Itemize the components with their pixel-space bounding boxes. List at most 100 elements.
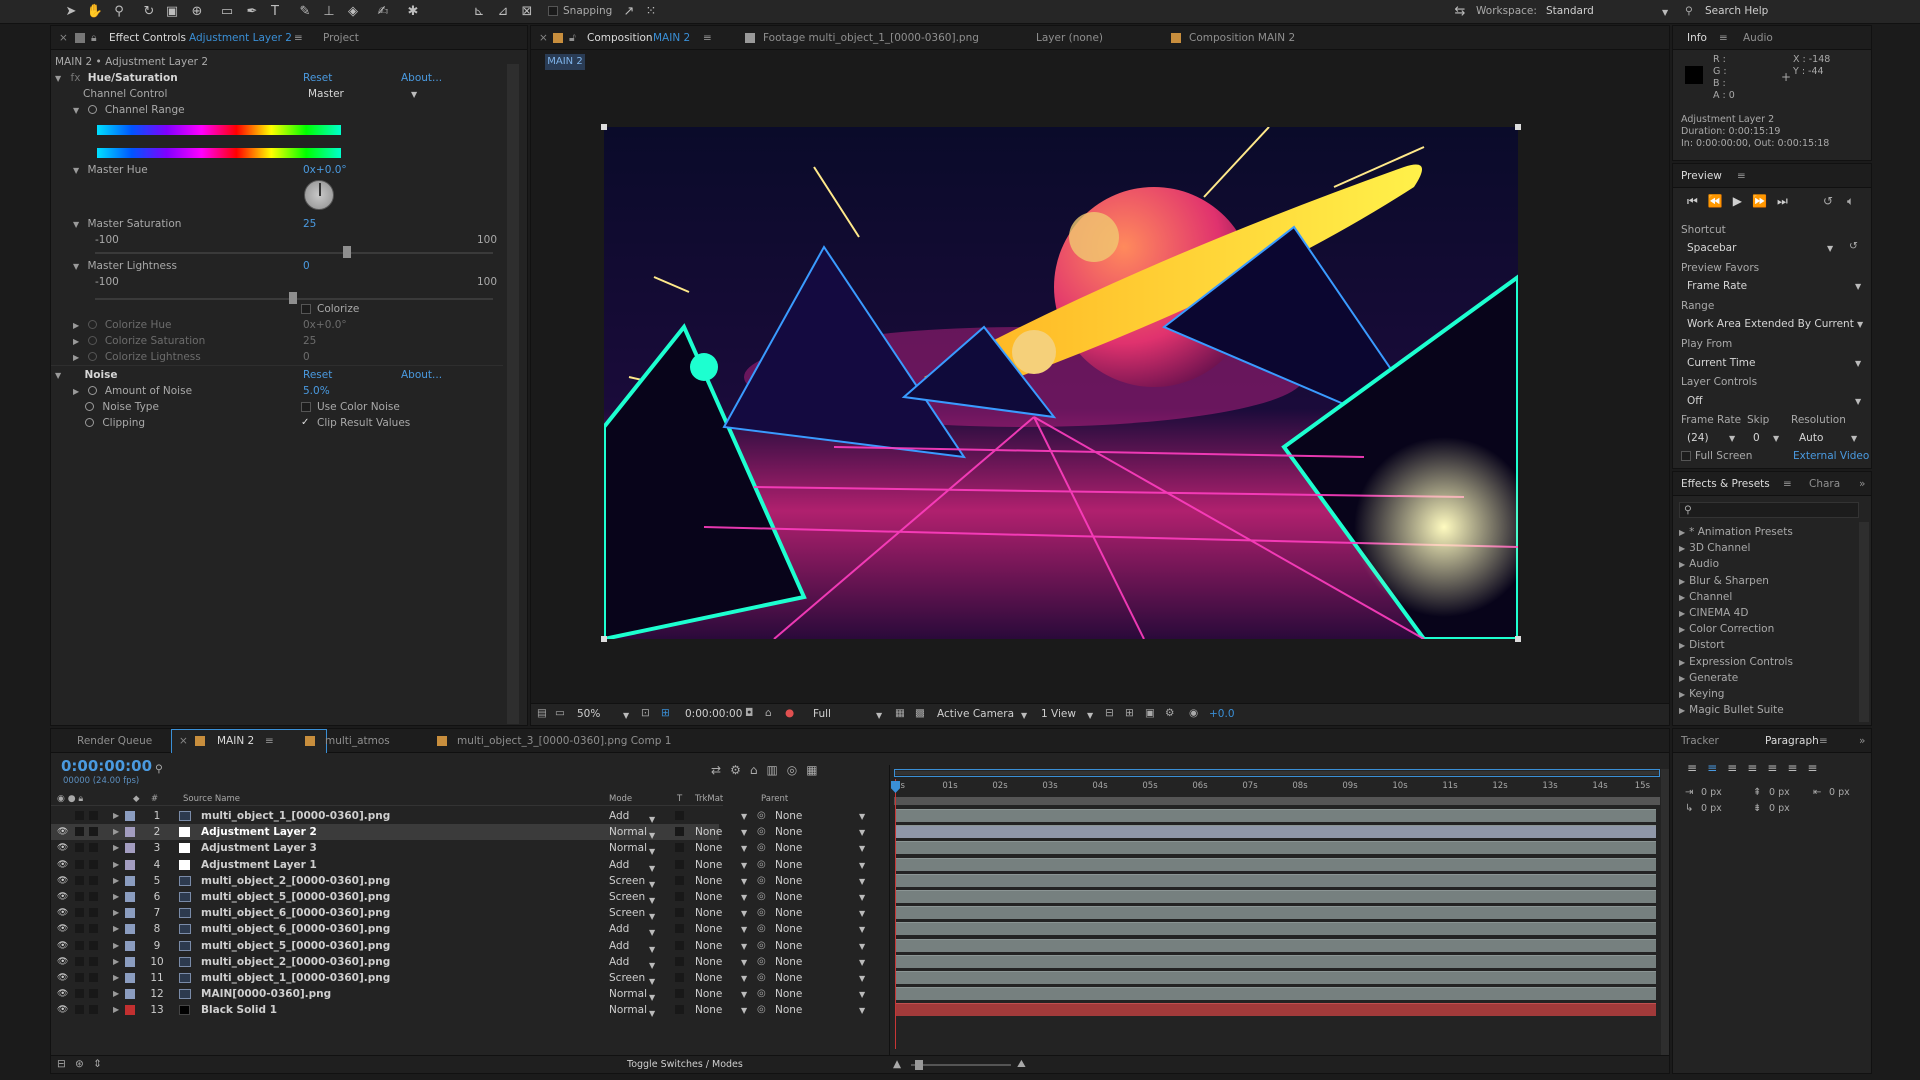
snap-features-icon[interactable]: ⁙: [642, 3, 660, 21]
preserve-transparency-box[interactable]: [675, 827, 684, 837]
timeline-timecode[interactable]: 0:00:00:00: [61, 757, 152, 775]
preserve-transparency-box[interactable]: [675, 859, 684, 869]
solo-switch[interactable]: [75, 811, 84, 820]
colorize-saturation-row[interactable]: ▶ Colorize Saturation: [73, 333, 205, 349]
preserve-transparency-box[interactable]: [675, 811, 684, 820]
effect-noise-header[interactable]: ▼ Noise: [55, 367, 117, 383]
fit-icon[interactable]: ⊡: [641, 707, 650, 719]
layer-row[interactable]: 👁︎ ▶ 12 MAIN[0000-0360].png Normal ▼ None: [51, 986, 722, 1002]
more-tabs-icon[interactable]: »: [1859, 472, 1865, 496]
space-before-value[interactable]: 0 px: [1769, 787, 1790, 798]
resolution-dropdown-icon[interactable]: ▼: [1851, 434, 1857, 443]
solo-switch[interactable]: [75, 859, 84, 869]
solo-switch[interactable]: [75, 973, 84, 982]
solo-switch[interactable]: [75, 956, 84, 966]
column-parent[interactable]: Parent: [761, 792, 788, 806]
effect-category-item[interactable]: ▶ * Animation Presets: [1679, 524, 1793, 540]
stopwatch-icon[interactable]: [87, 336, 97, 345]
trkmat-select[interactable]: None: [695, 905, 722, 921]
full-screen-checkbox[interactable]: [1681, 451, 1691, 461]
expand-triangle-icon[interactable]: ▶: [113, 840, 119, 856]
layer-mode-select[interactable]: Add: [609, 954, 629, 970]
flowchart-icon[interactable]: ⚙: [1165, 707, 1174, 719]
eye-icon[interactable]: 👁︎: [57, 873, 68, 889]
expand-triangle-icon[interactable]: ▼: [73, 220, 79, 229]
expand-triangle-icon[interactable]: ▼: [73, 106, 79, 115]
roi-icon[interactable]: ▦: [895, 707, 905, 719]
layer-name[interactable]: multi_object_1_[0000-0360].png: [201, 808, 390, 824]
parent-select[interactable]: None: [775, 921, 802, 937]
camera-tool-icon[interactable]: ▣: [163, 3, 181, 21]
solo-switch[interactable]: [75, 892, 84, 901]
trkmat-dropdown-icon[interactable]: ▼: [741, 1006, 747, 1015]
trkmat-dropdown-icon[interactable]: ▼: [741, 812, 747, 821]
tab-paragraph[interactable]: Paragraph: [1765, 729, 1819, 753]
expand-triangle-icon[interactable]: ▶: [1679, 593, 1685, 602]
trkmat-select[interactable]: None: [695, 824, 722, 840]
layer-name[interactable]: MAIN[0000-0360].png: [201, 986, 331, 1002]
layer-duration-bar[interactable]: [896, 841, 1656, 855]
lock-switch[interactable]: [89, 989, 98, 999]
effect-category-item[interactable]: ▶ Expression Controls: [1679, 654, 1793, 670]
preserve-transparency-box[interactable]: [675, 989, 684, 999]
zoom-dropdown-icon[interactable]: ▼: [623, 711, 629, 720]
tab-render-queue[interactable]: Render Queue: [77, 729, 152, 753]
layer-row[interactable]: 👁︎ ▶ 4 Adjustment Layer 1 Add ▼ None: [51, 857, 722, 873]
layer-duration-bar[interactable]: [896, 809, 1656, 822]
zoom-in-icon[interactable]: ⛰: [1017, 1058, 1026, 1071]
layer-row[interactable]: 👁︎ ▶ 8 multi_object_6_[0000-0360].png Add ▼ No…: [51, 921, 722, 937]
expand-triangle-icon[interactable]: ▶: [1679, 577, 1685, 586]
next-frame-icon[interactable]: ⏩: [1752, 194, 1777, 208]
layer-duration-bar[interactable]: [896, 825, 1656, 839]
stopwatch-icon[interactable]: [87, 105, 97, 114]
column-trkmat[interactable]: TrkMat: [695, 792, 723, 806]
sync-settings-icon[interactable]: ⇆: [1451, 3, 1469, 21]
trkmat-dropdown-icon[interactable]: ▼: [741, 909, 747, 918]
zoom-select[interactable]: 50%: [577, 708, 600, 720]
amount-of-noise-value[interactable]: 5.0%: [303, 383, 330, 399]
close-tab-icon[interactable]: ×: [59, 26, 68, 50]
layer-controls-dropdown-icon[interactable]: ▼: [1855, 397, 1861, 406]
rectangle-tool-icon[interactable]: ▭: [218, 3, 236, 21]
trkmat-select[interactable]: None: [695, 857, 722, 873]
layer-mode-select[interactable]: Screen: [609, 905, 645, 921]
expand-triangle-icon[interactable]: ▶: [1679, 528, 1685, 537]
panel-options-icon[interactable]: ≡: [265, 729, 274, 753]
play-from-select[interactable]: Current Time: [1687, 355, 1755, 371]
expand-triangle-icon[interactable]: ▼: [55, 371, 61, 380]
layer-switches-icon[interactable]: ⊟: [57, 1058, 66, 1070]
tab-composition-name[interactable]: MAIN 2: [653, 26, 690, 50]
skip-dropdown-icon[interactable]: ▼: [1773, 434, 1779, 443]
effect-category-item[interactable]: ▶ CINEMA 4D: [1679, 605, 1748, 621]
trkmat-select[interactable]: None: [695, 954, 722, 970]
zoom-tool-icon[interactable]: ⚲: [110, 3, 128, 21]
layer-row[interactable]: 👁︎ ▶ 13 Black Solid 1 Normal ▼ None: [51, 1002, 722, 1018]
stopwatch-icon[interactable]: [85, 418, 94, 427]
preserve-transparency-box[interactable]: [675, 1005, 684, 1015]
expand-triangle-icon[interactable]: ▶: [1679, 658, 1685, 667]
last-frame-icon[interactable]: ⏭: [1777, 194, 1798, 208]
zoom-slider-thumb[interactable]: [915, 1060, 923, 1070]
eye-icon[interactable]: 👁︎: [57, 824, 68, 840]
parent-select[interactable]: None: [775, 970, 802, 986]
trkmat-select[interactable]: None: [695, 938, 722, 954]
fx-toggle-icon[interactable]: fx: [71, 72, 81, 84]
parent-select[interactable]: None: [775, 1002, 802, 1018]
loop-icon[interactable]: ↺: [1823, 194, 1833, 208]
saturation-slider-track[interactable]: [95, 252, 493, 254]
expand-triangle-icon[interactable]: ▶: [113, 1002, 119, 1018]
pickwhip-icon[interactable]: ◎: [757, 954, 766, 970]
eye-icon[interactable]: 👁︎: [57, 938, 68, 954]
tab-composition-2[interactable]: Composition MAIN 2: [1189, 26, 1295, 50]
lock-switch[interactable]: [89, 859, 98, 869]
mute-audio-icon[interactable]: 🔈︎: [1847, 194, 1854, 209]
solo-switch[interactable]: [75, 843, 84, 853]
puppet-tool-icon[interactable]: ✱: [404, 3, 422, 21]
trkmat-select[interactable]: None: [695, 986, 722, 1002]
tab-layer[interactable]: Layer (none): [1036, 26, 1103, 50]
lock-switch[interactable]: [89, 1005, 98, 1015]
effect-controls-scrollbar[interactable]: [507, 64, 519, 724]
tab-project[interactable]: Project: [323, 26, 359, 50]
layer-mode-select[interactable]: Screen: [609, 873, 645, 889]
panel-options-icon[interactable]: ≡: [1719, 26, 1728, 50]
